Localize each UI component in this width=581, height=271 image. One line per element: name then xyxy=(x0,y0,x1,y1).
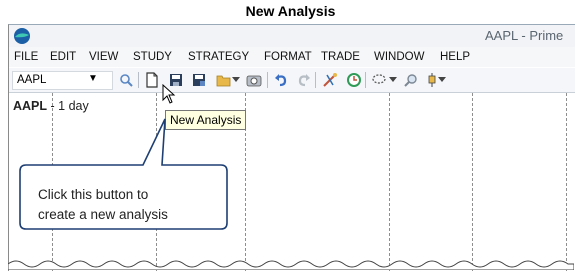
menu-strategy[interactable]: STRATEGY xyxy=(188,51,249,63)
tooltip-new-analysis: New Analysis xyxy=(165,110,247,130)
menu-file[interactable]: FILE xyxy=(14,51,38,63)
title-bar: AAPL - Prime xyxy=(9,25,575,47)
callout-line-2: create a new analysis xyxy=(38,207,168,222)
chart-symbol: AAPL xyxy=(13,99,48,113)
toolbar-separator xyxy=(267,72,268,88)
menu-study[interactable]: STUDY xyxy=(133,51,172,63)
symbol-select[interactable]: AAPL ▼ xyxy=(12,71,113,90)
grid-line xyxy=(566,93,567,271)
search-icon[interactable] xyxy=(117,71,135,89)
callout-text: Click this button to create a new analys… xyxy=(38,185,218,225)
undo-icon[interactable] xyxy=(272,71,290,89)
mouse-pointer-icon xyxy=(162,84,176,104)
menu-help[interactable]: HELP xyxy=(440,51,470,63)
menu-edit[interactable]: EDIT xyxy=(50,51,76,63)
lasso-dropdown-icon[interactable] xyxy=(388,71,398,89)
open-dropdown-icon[interactable] xyxy=(231,71,241,89)
torn-edge xyxy=(8,260,574,270)
chart-type-dropdown-icon[interactable] xyxy=(437,71,447,89)
alert-clock-icon[interactable] xyxy=(345,71,363,89)
page-title: New Analysis xyxy=(245,3,336,19)
symbol-value: AAPL xyxy=(17,74,47,86)
window-title: AAPL - Prime xyxy=(485,28,564,43)
drawing-tools-icon[interactable] xyxy=(321,71,339,89)
redo-icon[interactable] xyxy=(295,71,313,89)
toolbar-separator xyxy=(315,72,316,88)
grid-line xyxy=(389,93,390,271)
toolbar-separator xyxy=(138,72,139,88)
callout-line-1: Click this button to xyxy=(38,187,149,202)
menu-trade[interactable]: TRADE xyxy=(321,51,360,63)
toolbar-separator xyxy=(365,72,366,88)
menu-window[interactable]: WINDOW xyxy=(374,51,424,63)
grid-line xyxy=(472,93,473,271)
lasso-icon[interactable] xyxy=(370,71,388,89)
chart-interval: - 1 day xyxy=(47,99,89,113)
chart-title: AAPL - 1 day xyxy=(13,99,89,113)
new-analysis-button[interactable] xyxy=(143,71,161,89)
menu-view[interactable]: VIEW xyxy=(89,51,118,63)
snapshot-icon[interactable] xyxy=(245,71,263,89)
zoom-icon[interactable] xyxy=(402,71,420,89)
app-logo-icon xyxy=(14,28,30,44)
toolbar: AAPL ▼ xyxy=(9,68,575,93)
menu-format[interactable]: FORMAT xyxy=(264,51,312,63)
menu-bar: FILE EDIT VIEW STUDY STRATEGY FORMAT TRA… xyxy=(9,47,575,67)
app-window: AAPL - Prime FILE EDIT VIEW STUDY STRATE… xyxy=(8,24,575,271)
dropdown-arrow-icon: ▼ xyxy=(88,73,98,84)
save-as-icon[interactable] xyxy=(190,71,208,89)
